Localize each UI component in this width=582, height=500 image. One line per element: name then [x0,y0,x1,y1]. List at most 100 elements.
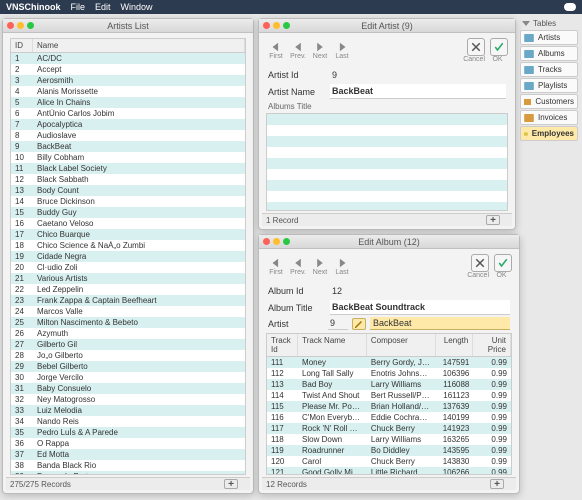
table-row[interactable]: 116C'Mon EverybodyEddie Cochran/Jerr…140… [267,412,511,423]
table-row[interactable]: 25Milton Nascimento & Bebeto [11,317,245,328]
nav-prev[interactable]: Prev. [288,41,308,60]
minimize-icon[interactable] [273,22,280,29]
titlebar[interactable]: Artists List [3,19,253,33]
cancel-button[interactable] [471,254,489,272]
palette-item-invoices[interactable]: Invoices [520,110,578,125]
col-composer[interactable]: Composer [367,334,436,356]
menu-window[interactable]: Window [121,2,153,12]
table-row[interactable]: 10Billy Cobham [11,152,245,163]
artist-name-link[interactable]: BackBeat [370,317,510,330]
palette-item-artists[interactable]: Artists [520,30,578,45]
zoom-icon[interactable] [283,22,290,29]
palette-item-customers[interactable]: Customers [520,94,578,109]
table-row[interactable]: 118Slow DownLarry Williams1632650.99 [267,434,511,445]
nav-last[interactable]: Last [332,257,352,276]
table-row[interactable]: 27Gilberto Gil [11,339,245,350]
add-button[interactable]: + [490,479,504,489]
table-row[interactable]: 35Pedro LuÌs & A Parede [11,427,245,438]
table-row[interactable]: 4Alanis Morissette [11,86,245,97]
menu-edit[interactable]: Edit [95,2,111,12]
close-icon[interactable] [263,22,270,29]
table-row[interactable]: 14Bruce Dickinson [11,196,245,207]
ok-button[interactable] [490,38,508,56]
zoom-icon[interactable] [27,22,34,29]
table-row[interactable] [267,114,507,125]
table-row[interactable]: 18Chico Science & NaÁ„o Zumbi [11,240,245,251]
minimize-icon[interactable] [273,238,280,245]
table-row[interactable]: 8Audioslave [11,130,245,141]
table-row[interactable]: 33Luiz Melodia [11,405,245,416]
col-track-id[interactable]: Track Id [267,334,298,356]
table-row[interactable]: 31Baby Consuelo [11,383,245,394]
table-row[interactable]: 24Marcos Valle [11,306,245,317]
table-row[interactable]: 113Bad BoyLarry Williams1160880.99 [267,379,511,390]
add-button[interactable]: + [486,215,500,225]
nav-first[interactable]: First [266,257,286,276]
table-row[interactable]: 34Nando Reis [11,416,245,427]
table-row[interactable]: 117Rock 'N' Roll MusicChuck Berry1419230… [267,423,511,434]
ok-button[interactable] [494,254,512,272]
col-name[interactable]: Name [33,39,245,52]
table-row[interactable]: 3Aerosmith [11,75,245,86]
palette-item-employees[interactable]: Employees [520,126,578,141]
table-row[interactable]: 28Jo„o Gilberto [11,350,245,361]
table-row[interactable]: 20Cl·udio Zoli [11,262,245,273]
table-row[interactable]: 15Buddy Guy [11,207,245,218]
close-icon[interactable] [263,238,270,245]
col-id[interactable]: ID [11,39,33,52]
table-row[interactable]: 120CarolChuck Berry1438300.99 [267,456,511,467]
disclosure-icon[interactable] [522,21,530,26]
table-row[interactable]: 115Please Mr. PostmanBrian Holland/Fred…… [267,401,511,412]
table-row[interactable]: 7Apocalyptica [11,119,245,130]
zoom-icon[interactable] [283,238,290,245]
table-row[interactable]: 111MoneyBerry Gordy, Jr./Ja…1475910.99 [267,357,511,368]
close-icon[interactable] [7,22,14,29]
table-row[interactable]: 22Led Zeppelin [11,284,245,295]
table-row[interactable]: 39Fernanda Porto [11,471,245,474]
album-title-input[interactable]: BackBeat Soundtrack [330,300,510,315]
artist-name-input[interactable]: BackBeat [330,84,506,99]
table-row[interactable]: 2Accept [11,64,245,75]
cancel-button[interactable] [467,38,485,56]
table-row[interactable]: 21Various Artists [11,273,245,284]
edit-link-button[interactable] [352,318,366,330]
menu-file[interactable]: File [71,2,86,12]
col-unit-price[interactable]: Unit Price [473,334,511,356]
table-row[interactable]: 17Chico Buarque [11,229,245,240]
table-row[interactable]: 36O Rappa [11,438,245,449]
table-row[interactable]: 37Ed Motta [11,449,245,460]
table-row[interactable]: 12Black Sabbath [11,174,245,185]
cloud-icon[interactable] [564,3,576,11]
palette-item-tracks[interactable]: Tracks [520,62,578,77]
add-button[interactable]: + [224,479,238,489]
nav-next[interactable]: Next [310,41,330,60]
table-row[interactable]: 13Body Count [11,185,245,196]
table-row[interactable]: 114Twist And ShoutBert Russell/Phil M…16… [267,390,511,401]
table-row[interactable]: 112Long Tall SallyEnotris Johnson/Lit…10… [267,368,511,379]
table-row[interactable]: 119RoadrunnerBo Diddley1435950.99 [267,445,511,456]
nav-last[interactable]: Last [332,41,352,60]
table-row[interactable]: 23Frank Zappa & Captain Beefheart [11,295,245,306]
titlebar[interactable]: Edit Album (12) [259,235,519,249]
table-row[interactable]: 6AntÙnio Carlos Jobim [11,108,245,119]
table-row[interactable]: 30Jorge Vercilo [11,372,245,383]
table-row[interactable]: 1AC/DC [11,53,245,64]
col-length[interactable]: Length [436,334,474,356]
col-track-name[interactable]: Track Name [298,334,367,356]
minimize-icon[interactable] [17,22,24,29]
table-row[interactable]: 32Ney Matogrosso [11,394,245,405]
table-row[interactable]: 16Caetano Veloso [11,218,245,229]
table-row[interactable]: 5Alice In Chains [11,97,245,108]
nav-next[interactable]: Next [310,257,330,276]
table-row[interactable]: 9BackBeat [11,141,245,152]
nav-prev[interactable]: Prev. [288,257,308,276]
table-row[interactable]: 19Cidade Negra [11,251,245,262]
table-row[interactable]: 11Black Label Society [11,163,245,174]
table-row[interactable]: 121Good Golly Miss M…Little Richard10626… [267,467,511,474]
table-row[interactable]: 38Banda Black Rio [11,460,245,471]
table-row[interactable]: 29Bebel Gilberto [11,361,245,372]
palette-item-albums[interactable]: Albums [520,46,578,61]
titlebar[interactable]: Edit Artist (9) [259,19,515,33]
table-row[interactable]: 26Azymuth [11,328,245,339]
nav-first[interactable]: First [266,41,286,60]
